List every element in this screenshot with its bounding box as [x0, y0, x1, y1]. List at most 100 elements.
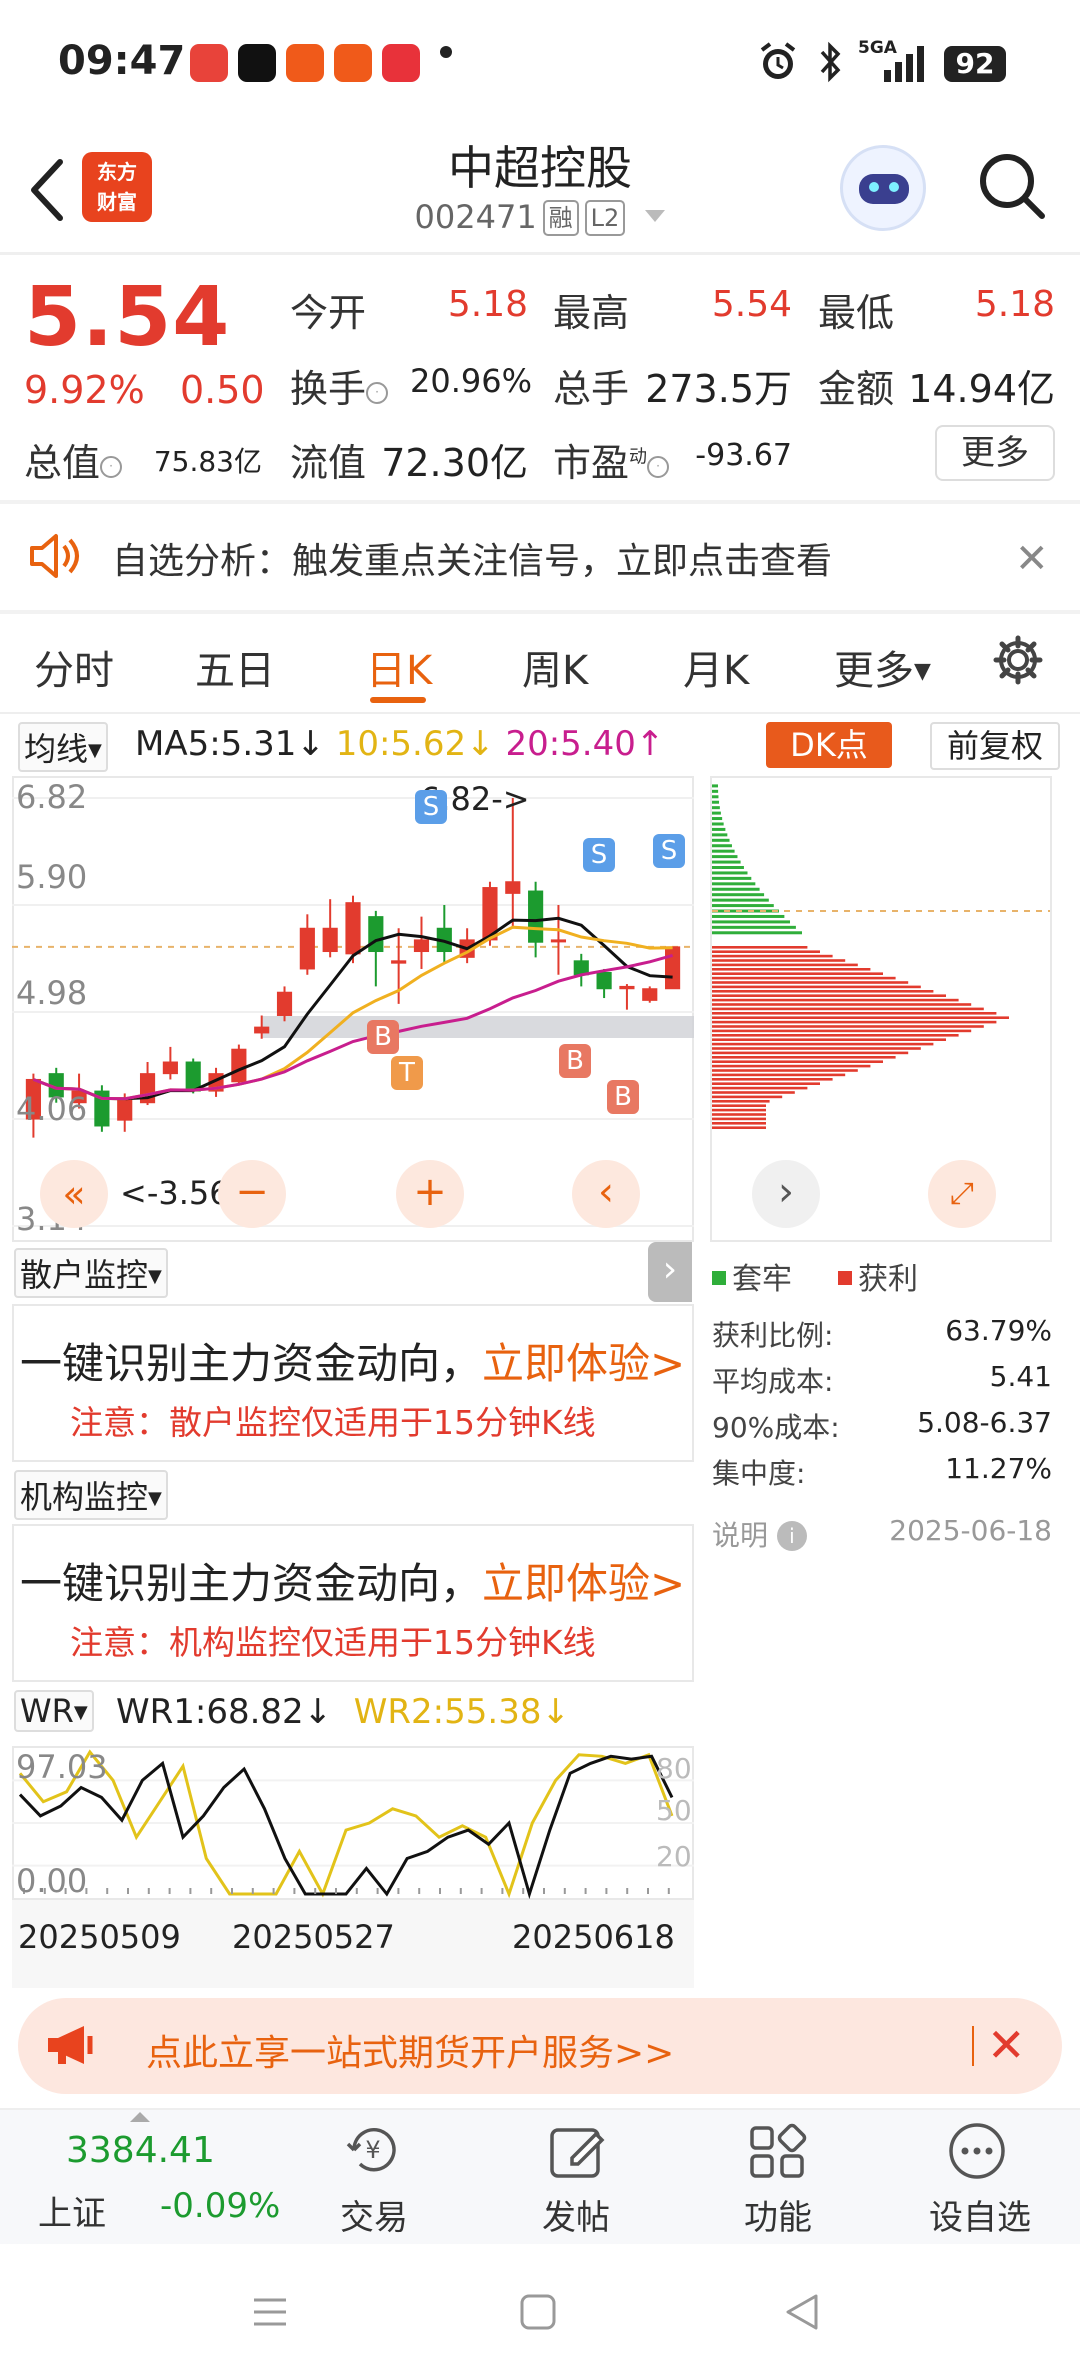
profit-bar [712, 1122, 766, 1125]
wr-selector[interactable]: WR▼ [14, 1690, 94, 1732]
inst-promo[interactable]: 一键识别主力资金动向，立即体验> [20, 1550, 685, 1611]
index-value[interactable]: 3384.41 [66, 2130, 215, 2171]
wr-y-bottom: 0.00 [16, 1862, 88, 1900]
tab-monthly-k[interactable]: 月K [683, 638, 749, 696]
chevron-left-icon[interactable]: ‹ [572, 1160, 640, 1228]
ma10-value: 10:5.62 [335, 724, 467, 764]
fast-back-icon[interactable]: « [40, 1160, 108, 1228]
y-label-top: 6.82 [16, 778, 88, 816]
expand-panel-icon[interactable]: › [648, 1242, 692, 1302]
wr1-value: WR1:68.82 [116, 1692, 304, 1732]
wr-values: WR1:68.82↓ WR2:55.38↓ [116, 1692, 570, 1732]
profit-bar [712, 950, 820, 953]
buy-marker[interactable]: B [607, 1080, 639, 1114]
sell-marker[interactable]: S [583, 838, 615, 872]
more-button[interactable]: 更多 [935, 425, 1055, 481]
open-value: 5.18 [447, 284, 528, 325]
tab-intraday[interactable]: 分时 [34, 638, 114, 696]
tab-more[interactable]: 更多▼ [834, 638, 931, 696]
trade-icon[interactable]: ¥ [342, 2120, 404, 2182]
stat-label: 平均成本: [712, 1365, 834, 1398]
profit-bar [712, 959, 846, 962]
high-value: 5.54 [711, 284, 792, 325]
ma-selector[interactable]: 均线▼ [18, 722, 108, 772]
dk-point-button[interactable]: DK点 [766, 722, 892, 768]
info-icon[interactable]: · [366, 382, 389, 404]
stat-label: 90%成本: [712, 1411, 840, 1444]
back-nav-icon[interactable] [782, 2290, 822, 2334]
inst-cta[interactable]: 立即体验> [482, 1559, 685, 1608]
retail-promo[interactable]: 一键识别主力资金动向，立即体验> [20, 1330, 685, 1391]
sell-marker[interactable]: S [415, 790, 447, 824]
search-icon[interactable] [976, 150, 1048, 222]
tab-daily-k[interactable]: 日K [366, 638, 432, 696]
close-icon[interactable]: ✕ [987, 2018, 1026, 2072]
float-label: 流值 [290, 441, 367, 485]
index-name[interactable]: 上证 [38, 2186, 106, 2235]
assistant-robot-icon[interactable] [840, 145, 926, 231]
candle-body [391, 960, 407, 964]
zoom-in-icon[interactable]: + [396, 1160, 464, 1228]
nav-trade[interactable]: 交易 [304, 2190, 444, 2239]
expand-icon[interactable]: ⤢ [928, 1160, 996, 1228]
nav-features[interactable]: 功能 [708, 2190, 848, 2239]
trapped-bar [712, 866, 744, 869]
profit-bar [712, 1029, 972, 1033]
current-price: 5.54 [24, 270, 231, 365]
wr-right-label: 80 [656, 1752, 692, 1785]
home-icon[interactable] [518, 2292, 558, 2332]
retail-cta[interactable]: 立即体验> [482, 1339, 685, 1388]
retail-monitor-selector[interactable]: 散户监控▼ [14, 1248, 168, 1298]
candle-body [619, 985, 635, 990]
app-notification-icon [190, 44, 228, 82]
alert-text[interactable]: 自选分析：触发重点关注信号，立即点击查看 [112, 532, 832, 584]
features-icon[interactable] [746, 2120, 808, 2182]
info-icon[interactable]: · [100, 456, 123, 478]
settings-icon[interactable] [990, 632, 1046, 688]
stat-value: 63.79% [945, 1314, 1052, 1347]
more-circle-icon[interactable] [946, 2120, 1008, 2182]
ad-text[interactable]: 点此立享一站式期货开户服务>> [146, 2024, 674, 2076]
index-change: -0.09% [160, 2186, 281, 2226]
profit-bar [712, 990, 934, 993]
inst-note: 注意：机构监控仅适用于15分钟K线 [70, 1623, 596, 1662]
sell-marker[interactable]: S [653, 834, 685, 868]
date-label: 20250618 [512, 1918, 675, 1956]
stat-label: 集中度: [712, 1457, 806, 1490]
profit-bar [712, 1012, 997, 1015]
nav-add-watchlist[interactable]: 设自选 [910, 2190, 1050, 2239]
profit-bar [712, 954, 833, 958]
post-icon[interactable] [546, 2120, 608, 2182]
trade-marker[interactable]: T [391, 1056, 423, 1090]
close-icon[interactable]: ✕ [1015, 536, 1049, 582]
trapped-bar [712, 817, 723, 821]
wr-right-label: 50 [656, 1794, 692, 1827]
tab-five-day[interactable]: 五日 [195, 638, 275, 696]
low-label: 最低 [818, 291, 895, 335]
chevron-right-icon[interactable]: › [752, 1160, 820, 1228]
tab-weekly-k[interactable]: 周K [522, 638, 588, 696]
nav-post[interactable]: 发帖 [506, 2190, 646, 2239]
pe-dynamic-sup: 动 [629, 446, 648, 468]
trapped-bar [712, 833, 728, 837]
info-icon[interactable]: · [647, 456, 670, 478]
zoom-out-icon[interactable]: − [218, 1160, 286, 1228]
profit-bar [712, 1086, 808, 1090]
high-label: 最高 [553, 291, 630, 335]
menu-icon[interactable] [250, 2292, 290, 2332]
trapped-bar [712, 860, 741, 864]
buy-marker[interactable]: B [367, 1020, 399, 1054]
profit-bar [712, 1016, 1009, 1019]
profit-bar [712, 1113, 766, 1116]
turnover-label: 换手 · [290, 358, 389, 413]
adjust-selector[interactable]: 前复权 [930, 722, 1060, 770]
pe-label-text: 市盈 [553, 441, 630, 485]
inst-monitor-selector[interactable]: 机构监控▼ [14, 1470, 168, 1520]
explain-link[interactable]: 说明 i [712, 1514, 807, 1554]
buy-marker[interactable]: B [559, 1044, 591, 1078]
volume-value: 273.5万 [645, 367, 792, 411]
wr2-value: WR2:55.38 [353, 1692, 542, 1732]
active-tab-indicator [370, 697, 426, 703]
candle-body [550, 939, 567, 943]
trapped-bar [712, 806, 720, 810]
